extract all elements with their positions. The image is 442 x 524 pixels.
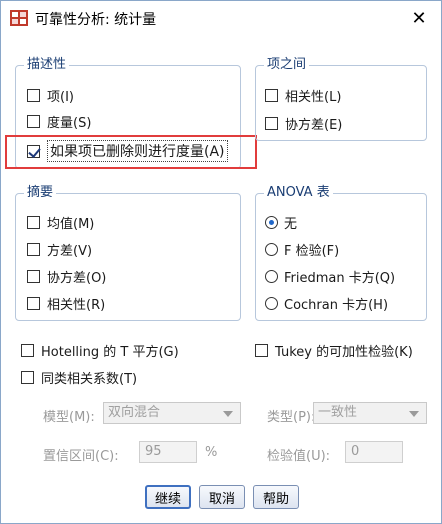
percent-unit: % [205, 445, 218, 460]
anova-f-test-label: F 检验(F) [284, 243, 340, 259]
summary-correlations-checkbox[interactable] [27, 296, 40, 310]
anova-cochran-label: Cochran 卡方(H) [284, 297, 389, 313]
confidence-interval-value: 95 [145, 444, 162, 459]
summary-covariances-label: 协方差(O) [47, 270, 107, 286]
anova-cochran-row[interactable]: Cochran 卡方(H) [265, 293, 388, 313]
anova-friedman-label: Friedman 卡方(Q) [284, 270, 396, 286]
item-checkbox[interactable] [27, 88, 40, 102]
test-value-value: 0 [351, 444, 360, 459]
tukey-checkbox[interactable] [255, 343, 268, 357]
scale-checkbox[interactable] [27, 114, 40, 128]
scale-if-deleted-checkbox[interactable] [27, 144, 40, 158]
icc-row[interactable]: 同类相关系数(T) [21, 367, 137, 387]
summaries-group-title: 摘要 [24, 185, 57, 201]
test-value-label: 检验值(U): [267, 449, 331, 464]
summary-means-checkbox[interactable] [27, 215, 40, 229]
item-checkbox-label: 项(I) [47, 89, 74, 105]
reliability-statistics-dialog: 可靠性分析: 统计量 ✕ 描述性 项(I) 度量(S) 如果项已删除则进行度量(… [0, 0, 442, 524]
item-checkbox-row[interactable]: 项(I) [27, 85, 74, 105]
dialog-title: 可靠性分析: 统计量 [35, 12, 157, 28]
help-button[interactable]: 帮助 [253, 485, 299, 509]
summary-variances-row[interactable]: 方差(V) [27, 239, 92, 259]
tukey-row[interactable]: Tukey 的可加性检验(K) [255, 340, 413, 360]
anova-group-title: ANOVA 表 [264, 185, 333, 201]
test-value-input[interactable]: 0 [345, 441, 403, 463]
summary-correlations-row[interactable]: 相关性(R) [27, 293, 105, 313]
summary-means-row[interactable]: 均值(M) [27, 212, 94, 232]
anova-none-label: 无 [284, 216, 298, 232]
summary-means-label: 均值(M) [47, 216, 95, 232]
close-button[interactable]: ✕ [399, 3, 439, 33]
icc-checkbox[interactable] [21, 370, 34, 384]
summary-covariances-row[interactable]: 协方差(O) [27, 266, 106, 286]
type-select-value: 一致性 [318, 405, 358, 420]
inter-item-group-title: 项之间 [264, 57, 310, 73]
scale-if-deleted-row[interactable]: 如果项已删除则进行度量(A) [27, 140, 228, 162]
summary-variances-label: 方差(V) [47, 243, 93, 259]
dialog-body: 描述性 项(I) 度量(S) 如果项已删除则进行度量(A) 项之间 相关性(L)… [1, 35, 441, 523]
summary-variances-checkbox[interactable] [27, 242, 40, 256]
continue-button[interactable]: 继续 [145, 485, 191, 509]
title-bar: 可靠性分析: 统计量 ✕ [1, 1, 441, 35]
type-label: 类型(P): [267, 410, 316, 425]
close-icon: ✕ [411, 7, 427, 29]
scale-checkbox-label: 度量(S) [47, 115, 92, 131]
confidence-interval-input[interactable]: 95 [139, 441, 197, 463]
inter-item-covariances-checkbox[interactable] [265, 116, 278, 130]
hotelling-checkbox[interactable] [21, 343, 34, 357]
icc-label: 同类相关系数(T) [41, 371, 138, 387]
anova-f-test-radio[interactable] [265, 242, 278, 256]
anova-friedman-row[interactable]: Friedman 卡方(Q) [265, 266, 395, 286]
spss-app-icon [10, 10, 28, 26]
scale-if-deleted-label: 如果项已删除则进行度量(A) [47, 140, 228, 162]
model-dropdown-arrow-icon [223, 411, 233, 417]
summary-covariances-checkbox[interactable] [27, 269, 40, 283]
type-dropdown-arrow-icon [409, 411, 419, 417]
inter-item-covariances-label: 协方差(E) [285, 117, 343, 133]
summary-correlations-label: 相关性(R) [47, 297, 106, 313]
inter-item-correlations-row[interactable]: 相关性(L) [265, 85, 341, 105]
anova-none-row[interactable]: 无 [265, 212, 297, 232]
hotelling-label: Hotelling 的 T 平方(G) [41, 344, 179, 360]
confidence-interval-label: 置信区间(C): [43, 449, 119, 464]
inter-item-correlations-label: 相关性(L) [285, 89, 342, 105]
anova-f-test-row[interactable]: F 检验(F) [265, 239, 339, 259]
anova-cochran-radio[interactable] [265, 296, 278, 310]
model-select-value: 双向混合 [108, 405, 161, 420]
type-select[interactable]: 一致性 [313, 402, 427, 424]
inter-item-correlations-checkbox[interactable] [265, 88, 278, 102]
descriptive-group-title: 描述性 [24, 57, 70, 73]
inter-item-covariances-row[interactable]: 协方差(E) [265, 113, 342, 133]
anova-friedman-radio[interactable] [265, 269, 278, 283]
model-label: 模型(M): [43, 410, 95, 425]
hotelling-row[interactable]: Hotelling 的 T 平方(G) [21, 340, 179, 360]
tukey-label: Tukey 的可加性检验(K) [275, 344, 413, 360]
anova-none-radio[interactable] [265, 215, 278, 229]
cancel-button[interactable]: 取消 [199, 485, 245, 509]
scale-checkbox-row[interactable]: 度量(S) [27, 111, 91, 131]
model-select[interactable]: 双向混合 [103, 402, 241, 424]
